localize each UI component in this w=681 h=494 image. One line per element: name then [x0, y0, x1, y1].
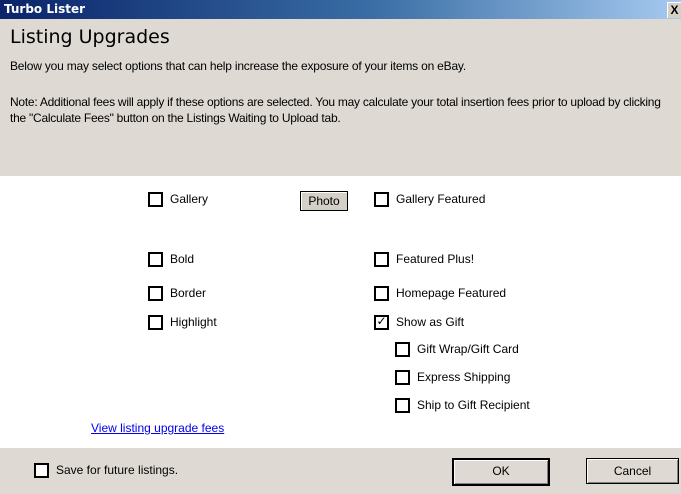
featured-plus-label: Featured Plus!: [396, 252, 475, 266]
show-as-gift-label: Show as Gift: [396, 315, 465, 329]
save-future-checkbox[interactable]: [34, 462, 49, 478]
border-checkbox[interactable]: [148, 285, 163, 301]
homepage-featured-option[interactable]: Homepage Featured: [374, 285, 506, 301]
photo-button[interactable]: Photo: [300, 191, 348, 211]
featured-plus-option[interactable]: Featured Plus!: [374, 251, 474, 267]
gallery-checkbox[interactable]: [148, 191, 163, 207]
express-shipping-checkbox[interactable]: [395, 369, 410, 385]
bold-checkbox[interactable]: [148, 251, 163, 267]
intro-text: Below you may select options that can he…: [10, 59, 466, 73]
gallery-featured-option[interactable]: Gallery Featured: [374, 191, 485, 207]
gift-wrap-checkbox[interactable]: [395, 341, 410, 357]
ship-to-recipient-option[interactable]: Ship to Gift Recipient: [395, 397, 530, 413]
express-shipping-label: Express Shipping: [417, 370, 511, 384]
gallery-featured-checkbox[interactable]: [374, 191, 389, 207]
bold-label: Bold: [170, 252, 195, 266]
view-upgrade-fees-link[interactable]: View listing upgrade fees: [91, 421, 224, 435]
fees-note: Note: Additional fees will apply if thes…: [10, 95, 661, 125]
border-label: Border: [170, 286, 207, 300]
cancel-button[interactable]: Cancel: [586, 458, 679, 484]
ship-to-recipient-label: Ship to Gift Recipient: [417, 398, 530, 412]
window-title: Turbo Lister: [4, 2, 86, 16]
show-as-gift-option[interactable]: ✓ Show as Gift: [374, 314, 464, 330]
checkmark-icon: ✓: [376, 313, 387, 328]
gallery-featured-label: Gallery Featured: [396, 192, 486, 206]
border-option[interactable]: Border: [148, 285, 206, 301]
bold-option[interactable]: Bold: [148, 251, 194, 267]
gallery-label: Gallery: [170, 192, 209, 206]
save-future-option[interactable]: Save for future listings.: [34, 462, 178, 478]
ship-to-recipient-checkbox[interactable]: [395, 397, 410, 413]
save-future-label: Save for future listings.: [56, 463, 179, 477]
title-bar: Turbo Lister X: [0, 0, 681, 19]
gift-wrap-option[interactable]: Gift Wrap/Gift Card: [395, 341, 519, 357]
ok-button[interactable]: OK: [452, 458, 550, 486]
gallery-option[interactable]: Gallery: [148, 191, 208, 207]
gift-wrap-label: Gift Wrap/Gift Card: [417, 342, 519, 356]
featured-plus-checkbox[interactable]: [374, 251, 389, 267]
express-shipping-option[interactable]: Express Shipping: [395, 369, 510, 385]
homepage-featured-checkbox[interactable]: [374, 285, 389, 301]
homepage-featured-label: Homepage Featured: [396, 286, 507, 300]
options-panel: [0, 176, 681, 494]
show-as-gift-checkbox[interactable]: ✓: [374, 313, 389, 330]
highlight-label: Highlight: [170, 315, 217, 329]
page-title: Listing Upgrades: [10, 26, 170, 48]
highlight-option[interactable]: Highlight: [148, 314, 217, 330]
highlight-checkbox[interactable]: [148, 314, 163, 330]
close-button[interactable]: X: [667, 2, 681, 18]
